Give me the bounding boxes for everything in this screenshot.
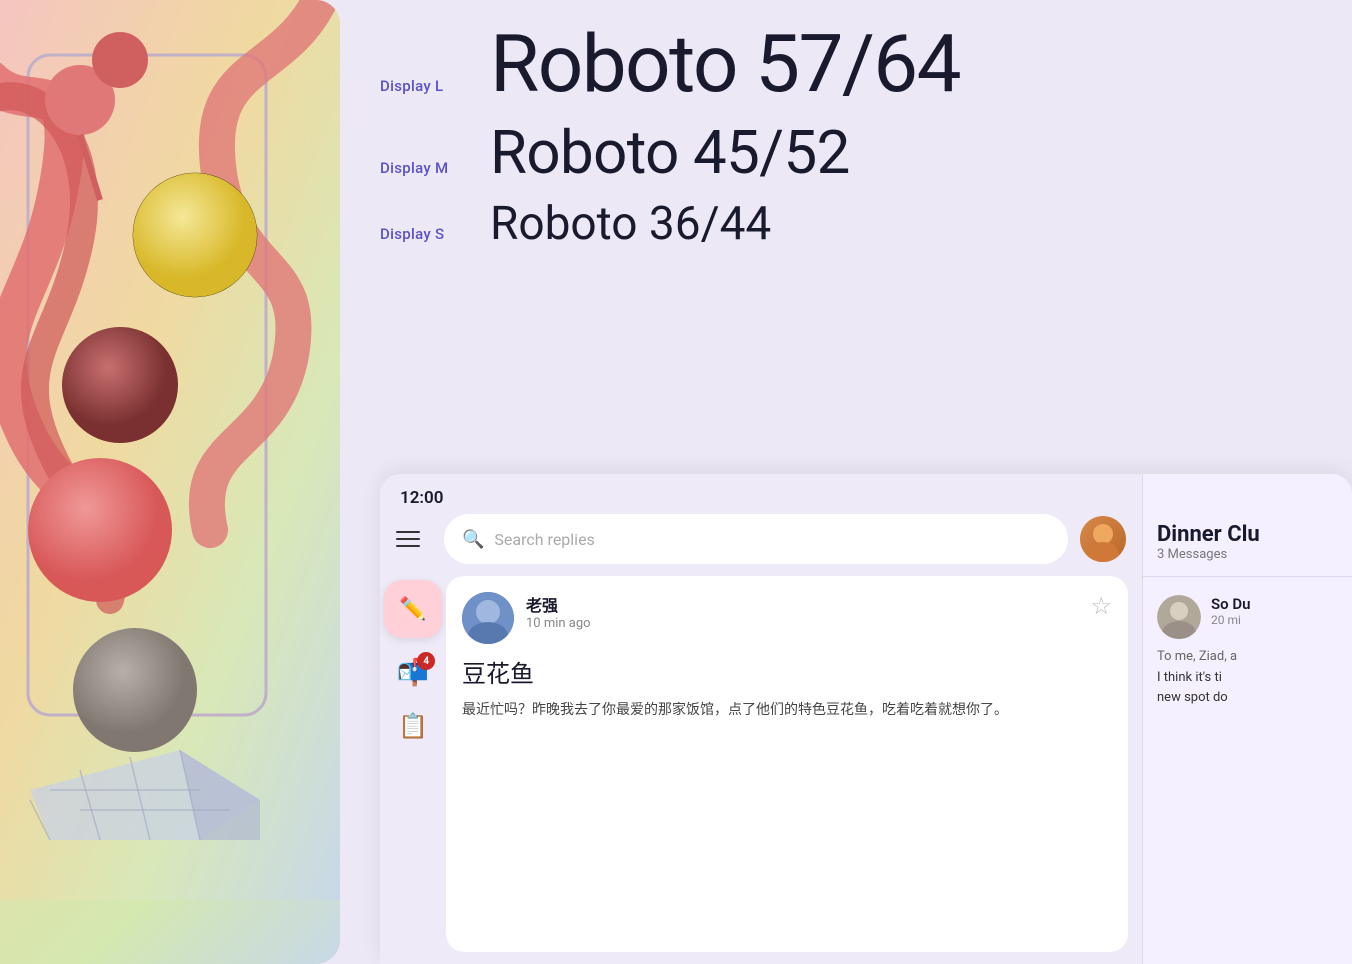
typography-section: Display L Roboto 57/64 Display M Roboto …: [380, 0, 1312, 292]
type-row-display-s: Display S Roboto 36/44: [380, 197, 1312, 252]
sender-avatar: [462, 592, 514, 644]
status-time: 12:00: [400, 488, 443, 508]
search-bar[interactable]: 🔍 Search replies: [444, 514, 1068, 564]
type-label-display-m: Display M: [380, 159, 490, 177]
menu-line-1: [396, 531, 420, 533]
search-icon: 🔍: [462, 529, 484, 550]
search-placeholder-text: Search replies: [494, 530, 594, 549]
type-sample-display-l: Roboto 57/64: [490, 20, 960, 108]
preview-text-line2: new spot do: [1157, 690, 1228, 705]
right-panel-preview-2: I think it's ti: [1143, 668, 1352, 688]
compose-fab[interactable]: ✏️: [384, 580, 442, 638]
message-time: 10 min ago: [526, 616, 1078, 631]
person-avatar: [1157, 595, 1201, 639]
right-panel: Dinner Clu 3 Messages So Du 20 mi To me,…: [1142, 474, 1352, 964]
person-name: So Du: [1211, 595, 1338, 613]
message-card: 老强 10 min ago ☆ 豆花鱼 最近忙吗？昨晚我去了你最爱的那家饭馆，点…: [446, 576, 1128, 952]
person-time: 20 mi: [1211, 613, 1338, 627]
type-row-display-m: Display M Roboto 45/52: [380, 118, 1312, 187]
message-body: 最近忙吗？昨晚我去了你最爱的那家饭馆，点了他们的特色豆花鱼，吃着吃着就想你了。: [462, 699, 1112, 722]
messages-badge: 4: [417, 652, 435, 670]
star-button[interactable]: ☆: [1090, 592, 1112, 620]
search-row: 🔍 Search replies: [380, 514, 1142, 576]
right-panel-subtitle: 3 Messages: [1157, 547, 1338, 562]
menu-line-3: [396, 545, 420, 547]
nav-messages-button[interactable]: 📬 4: [397, 658, 429, 688]
avatar-svg: [1080, 516, 1126, 562]
sidebar-icons: ✏️ 📬 4 📋: [380, 576, 446, 964]
main-panel: 12:00 🔍 Search replies: [380, 474, 1142, 964]
type-row-display-l: Display L Roboto 57/64: [380, 20, 1312, 108]
right-panel-preview-3: new spot do: [1143, 688, 1352, 708]
sender-avatar-svg: [462, 592, 514, 644]
right-panel-header: Dinner Clu 3 Messages: [1143, 474, 1352, 568]
compose-icon: ✏️: [399, 597, 426, 622]
wavy-illustration: [0, 0, 340, 900]
message-content-area: 老强 10 min ago ☆ 豆花鱼 最近忙吗？昨晚我去了你最爱的那家饭馆，点…: [446, 576, 1142, 964]
type-sample-display-s: Roboto 36/44: [490, 197, 771, 252]
status-bar: 12:00: [380, 474, 1142, 514]
user-avatar[interactable]: [1080, 516, 1126, 562]
type-sample-display-m: Roboto 45/52: [490, 118, 850, 187]
right-panel-preview-1: To me, Ziad, a: [1143, 649, 1352, 668]
right-panel-title: Dinner Clu: [1157, 522, 1338, 547]
sender-meta: 老强 10 min ago: [526, 592, 1078, 631]
main-panel-lower: ✏️ 📬 4 📋: [380, 576, 1142, 964]
right-panel-divider: [1143, 576, 1352, 577]
right-panel-person-row[interactable]: So Du 20 mi: [1143, 585, 1352, 649]
nav-list-button[interactable]: 📋: [398, 712, 428, 740]
list-icon: 📋: [398, 712, 428, 740]
illustration-panel: [0, 0, 340, 964]
person-avatar-svg: [1157, 595, 1201, 639]
person-meta: So Du 20 mi: [1211, 595, 1338, 627]
preview-text-line1: I think it's ti: [1157, 670, 1222, 685]
menu-icon-button[interactable]: [396, 521, 432, 557]
type-label-display-l: Display L: [380, 77, 490, 95]
type-label-display-s: Display S: [380, 225, 490, 243]
menu-line-2: [396, 538, 420, 540]
app-mockup: 12:00 🔍 Search replies: [380, 474, 1352, 964]
sender-name: 老强: [526, 592, 1078, 616]
message-subject: 豆花鱼: [462, 654, 1112, 689]
message-header: 老强 10 min ago ☆: [462, 592, 1112, 644]
